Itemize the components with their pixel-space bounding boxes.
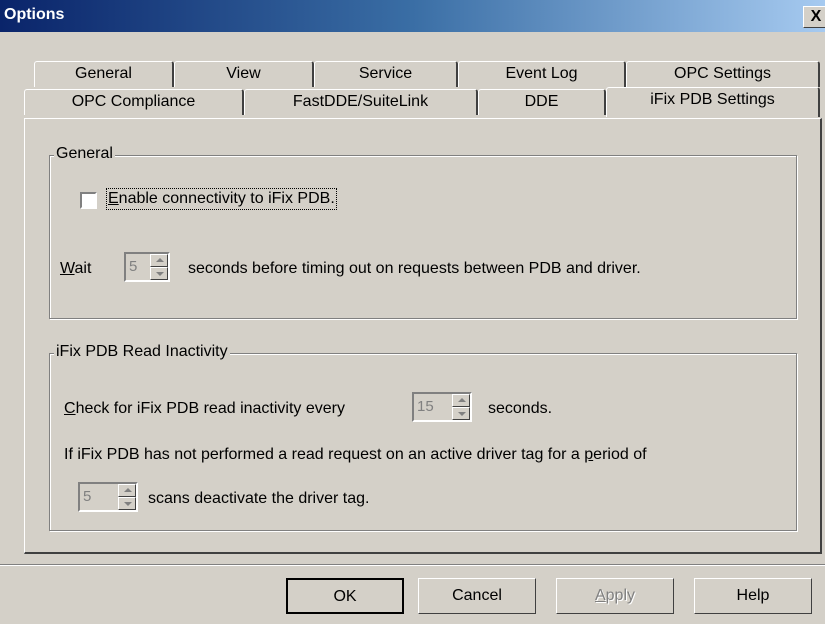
- wait-suffix-text: seconds before timing out on requests be…: [188, 260, 641, 277]
- inactivity-seconds-value: 15: [417, 398, 434, 415]
- tab-service[interactable]: Service: [314, 61, 458, 87]
- spin-up-icon[interactable]: [452, 394, 470, 407]
- wait-label: Wait: [60, 260, 92, 277]
- help-button[interactable]: Help: [694, 578, 812, 614]
- spin-down-icon[interactable]: [118, 497, 136, 510]
- tab-panel: General Enable connectivity to iFix PDB.…: [24, 118, 822, 554]
- title-bar[interactable]: Options X: [0, 0, 825, 32]
- enable-connectivity-label[interactable]: Enable connectivity to iFix PDB.: [106, 188, 337, 210]
- period-description: If iFix PDB has not performed a read req…: [64, 446, 647, 463]
- inactivity-group: iFix PDB Read Inactivity Check for iFix …: [49, 343, 797, 531]
- scans-spinner[interactable]: 5: [78, 482, 138, 512]
- general-group-legend: General: [54, 145, 115, 163]
- general-group: General Enable connectivity to iFix PDB.…: [49, 145, 797, 319]
- tab-opc-compliance[interactable]: OPC Compliance: [24, 89, 244, 115]
- scans-suffix-text: scans deactivate the driver tag.: [148, 490, 370, 507]
- tab-event-log[interactable]: Event Log: [458, 61, 626, 87]
- tab-dde[interactable]: DDE: [478, 89, 606, 115]
- spin-up-icon[interactable]: [150, 254, 168, 267]
- tab-general[interactable]: General: [34, 61, 174, 87]
- wait-seconds-value: 5: [129, 258, 138, 275]
- check-inactivity-label: Check for iFix PDB read inactivity every: [64, 400, 345, 417]
- spin-down-icon[interactable]: [150, 267, 168, 280]
- tab-ifix-pdb-settings[interactable]: iFix PDB Settings: [606, 87, 820, 117]
- separator: [0, 564, 825, 566]
- inactivity-seconds-suffix: seconds.: [488, 400, 553, 417]
- apply-button[interactable]: Apply: [556, 578, 674, 614]
- scans-value: 5: [83, 488, 92, 505]
- spin-up-icon[interactable]: [118, 484, 136, 497]
- tab-view[interactable]: View: [174, 61, 314, 87]
- inactivity-seconds-spinner[interactable]: 15: [412, 392, 472, 422]
- cancel-button[interactable]: Cancel: [418, 578, 536, 614]
- ok-button[interactable]: OK: [286, 578, 404, 614]
- enable-connectivity-checkbox[interactable]: [80, 192, 97, 209]
- tab-fastdde-suitelink[interactable]: FastDDE/SuiteLink: [244, 89, 478, 115]
- options-dialog: Options X General View Service Event Log…: [0, 0, 825, 624]
- spin-down-icon[interactable]: [452, 407, 470, 420]
- close-icon[interactable]: X: [803, 6, 825, 28]
- tab-opc-settings[interactable]: OPC Settings: [626, 61, 820, 87]
- wait-seconds-spinner[interactable]: 5: [124, 252, 170, 282]
- window-title: Options: [4, 6, 65, 23]
- inactivity-group-legend: iFix PDB Read Inactivity: [54, 343, 230, 361]
